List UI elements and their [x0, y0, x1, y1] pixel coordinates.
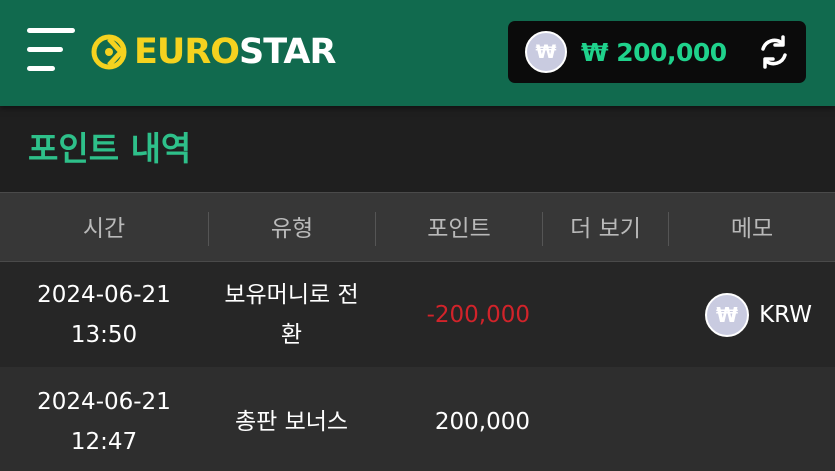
row-time-cell: 2024-06-21 12:47 [0, 382, 208, 462]
page-title: 포인트 내역 [28, 129, 192, 168]
site-logo[interactable]: EURO STAR [88, 30, 336, 74]
logo-text-star: STAR [239, 32, 336, 72]
won-coin-icon: ₩ [705, 292, 750, 337]
table-header: 시간 유형 포인트 더 보기 메모 [0, 192, 835, 262]
row-type-line1: 총판 보너스 [234, 409, 349, 435]
hamburger-menu-icon[interactable] [27, 28, 77, 76]
logo-text-euro: EURO [134, 32, 240, 72]
column-header-type: 유형 [208, 212, 375, 246]
top-header: EURO STAR ₩ ₩ 200,000 [0, 0, 835, 106]
table-row: 2024-06-21 13:50 보유머니로 전 환 -200,000 ₩ KR… [0, 262, 835, 367]
row-time: 12:47 [70, 429, 138, 455]
row-time-cell: 2024-06-21 13:50 [0, 275, 208, 355]
row-type-cell: 총판 보너스 [208, 402, 375, 442]
balance-widget: ₩ ₩ 200,000 [508, 21, 806, 83]
column-header-more: 더 보기 [542, 212, 668, 246]
column-header-time: 시간 [82, 216, 126, 242]
row-date: 2024-06-21 [37, 389, 171, 415]
row-memo-cell: ₩ KRW [668, 292, 835, 337]
row-type-line1: 보유머니로 전 [224, 281, 359, 308]
row-points: -200,000 [426, 301, 530, 328]
refresh-icon[interactable] [756, 34, 792, 70]
row-time: 13:50 [70, 321, 138, 348]
points-history-table: 시간 유형 포인트 더 보기 메모 2024-06-21 13:50 보유머니로… [0, 192, 835, 471]
row-type-cell: 보유머니로 전 환 [208, 275, 375, 355]
won-coin-icon: ₩ [525, 31, 567, 73]
row-points: 200,000 [434, 409, 530, 435]
balance-amount: ₩ 200,000 [581, 37, 727, 67]
row-memo-text: KRW [759, 301, 812, 328]
row-type-line2: 환 [280, 321, 303, 348]
logo-mark-icon [91, 34, 127, 70]
column-header-memo: 메모 [668, 212, 835, 246]
table-row: 2024-06-21 12:47 총판 보너스 200,000 [0, 367, 835, 471]
column-header-points: 포인트 [375, 212, 542, 246]
row-date: 2024-06-21 [37, 281, 171, 308]
